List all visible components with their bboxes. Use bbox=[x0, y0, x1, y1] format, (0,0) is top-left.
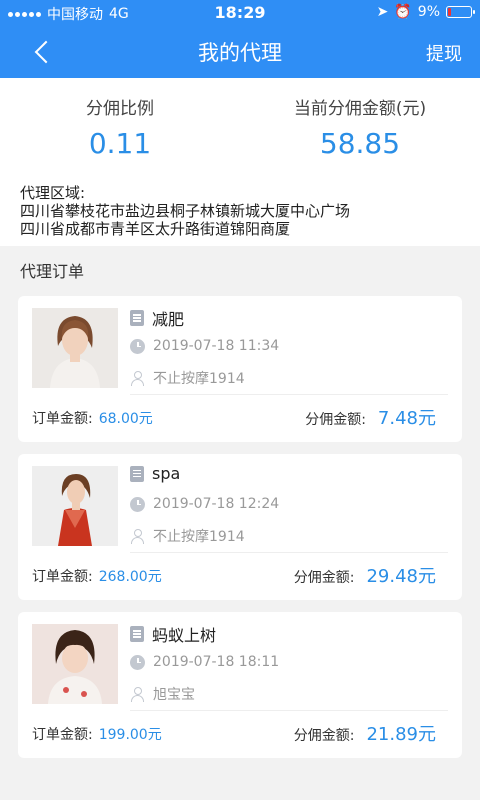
commission-group: 分佣金额: 21.89元 bbox=[294, 720, 436, 746]
order-amount-value: 199.00元 bbox=[98, 727, 162, 743]
stats-panel: 分佣比例 0.11 当前分佣金额(元) 58.85 bbox=[0, 78, 480, 182]
service-name: 蚂蚁上树 bbox=[152, 626, 217, 645]
clock-icon bbox=[130, 654, 145, 670]
document-icon bbox=[130, 310, 144, 326]
order-card[interactable]: 减肥 2019-07-18 11:34 不止按摩1914 订单金额: 68.00元… bbox=[18, 296, 462, 442]
portrait-image bbox=[32, 466, 118, 546]
clock-icon bbox=[130, 496, 145, 512]
orders-section-title: 代理订单 bbox=[20, 262, 85, 281]
service-name: 减肥 bbox=[152, 310, 185, 329]
shop-row: 不止按摩1914 bbox=[130, 526, 245, 546]
order-time: 2019-07-18 11:34 bbox=[153, 338, 280, 354]
order-amounts: 订单金额: 268.00元 分佣金额: 29.48元 bbox=[32, 562, 436, 588]
region-line-1: 四川省攀枝花市盐边县桐子林镇新城大厦中心广场 bbox=[20, 202, 351, 220]
order-thumbnail bbox=[32, 624, 118, 704]
commission-group: 分佣金额: 7.48元 bbox=[305, 404, 436, 430]
order-amount-group: 订单金额: 268.00元 bbox=[32, 566, 162, 586]
order-thumbnail bbox=[32, 308, 118, 388]
document-icon bbox=[130, 465, 144, 482]
user-icon bbox=[130, 686, 145, 702]
time-row: 2019-07-18 18:11 bbox=[130, 654, 279, 670]
order-amount-value: 268.00元 bbox=[98, 569, 162, 585]
commission-value: 21.89元 bbox=[366, 724, 436, 745]
time-row: 2019-07-18 11:34 bbox=[130, 338, 279, 354]
clock-icon bbox=[130, 338, 145, 354]
shop-name: 旭宝宝 bbox=[153, 687, 195, 703]
order-amount-value: 68.00元 bbox=[98, 411, 153, 427]
commission-value: 29.48元 bbox=[366, 566, 436, 587]
service-row: spa bbox=[130, 464, 180, 483]
time-row: 2019-07-18 12:24 bbox=[130, 496, 279, 512]
commission-label: 分佣金额: bbox=[293, 570, 355, 586]
order-time: 2019-07-18 12:24 bbox=[153, 496, 280, 512]
order-thumbnail bbox=[32, 466, 118, 546]
commission-group: 分佣金额: 29.48元 bbox=[294, 562, 436, 588]
service-row: 蚂蚁上树 bbox=[130, 622, 216, 646]
commission-ratio: 分佣比例 0.11 bbox=[0, 78, 240, 182]
divider bbox=[130, 394, 448, 395]
user-icon bbox=[130, 370, 145, 386]
shop-row: 旭宝宝 bbox=[130, 684, 195, 704]
withdraw-button[interactable]: 提现 bbox=[426, 40, 462, 66]
agent-region: 代理区域: 四川省攀枝花市盐边县桐子林镇新城大厦中心广场 四川省成都市青羊区太升… bbox=[0, 182, 480, 246]
portrait-image bbox=[32, 624, 118, 704]
order-amount-label: 订单金额: bbox=[32, 727, 93, 743]
document-icon bbox=[130, 626, 144, 642]
order-amount-label: 订单金额: bbox=[32, 569, 93, 585]
status-right: ➤ ⏰ 9% bbox=[376, 4, 475, 20]
location-icon: ➤ bbox=[376, 4, 389, 20]
order-amounts: 订单金额: 199.00元 分佣金额: 21.89元 bbox=[32, 720, 436, 746]
region-line-2: 四川省成都市青羊区太升路街道锦阳商厦 bbox=[20, 220, 291, 238]
order-time: 2019-07-18 18:11 bbox=[153, 654, 280, 670]
order-card[interactable]: 蚂蚁上树 2019-07-18 18:11 旭宝宝 订单金额: 199.00元 分… bbox=[18, 612, 462, 758]
battery-icon bbox=[446, 6, 475, 18]
alarm-icon: ⏰ bbox=[394, 4, 412, 20]
commission-ratio-label: 分佣比例 bbox=[86, 99, 154, 119]
divider bbox=[130, 710, 448, 711]
order-card[interactable]: spa 2019-07-18 12:24 不止按摩1914 订单金额: 268.0… bbox=[18, 454, 462, 600]
commission-ratio-value: 0.11 bbox=[88, 127, 152, 160]
service-name: spa bbox=[152, 464, 181, 483]
divider bbox=[130, 552, 448, 553]
status-bar: 中国移动 4G 18:29 ➤ ⏰ 9% bbox=[0, 0, 480, 26]
portrait-image bbox=[32, 308, 118, 388]
order-amounts: 订单金额: 68.00元 分佣金额: 7.48元 bbox=[32, 404, 436, 430]
shop-name: 不止按摩1914 bbox=[153, 371, 245, 387]
commission-label: 分佣金额: bbox=[293, 728, 355, 744]
battery-percent: 9% bbox=[417, 4, 440, 20]
current-commission-label: 当前分佣金额(元) bbox=[293, 99, 427, 119]
order-amount-group: 订单金额: 68.00元 bbox=[32, 408, 153, 428]
order-amount-label: 订单金额: bbox=[32, 411, 93, 427]
commission-label: 分佣金额: bbox=[305, 412, 366, 428]
order-amount-group: 订单金额: 199.00元 bbox=[32, 724, 162, 744]
service-row: 减肥 bbox=[130, 306, 184, 330]
region-label: 代理区域: bbox=[20, 184, 86, 202]
shop-name: 不止按摩1914 bbox=[153, 529, 245, 545]
page-title: 我的代理 bbox=[198, 41, 282, 65]
nav-bar: 我的代理 提现 bbox=[0, 26, 480, 78]
user-icon bbox=[130, 528, 145, 544]
current-commission-value: 58.85 bbox=[319, 127, 401, 160]
current-commission: 当前分佣金额(元) 58.85 bbox=[240, 78, 480, 182]
shop-row: 不止按摩1914 bbox=[130, 368, 245, 388]
commission-value: 7.48元 bbox=[377, 408, 436, 429]
